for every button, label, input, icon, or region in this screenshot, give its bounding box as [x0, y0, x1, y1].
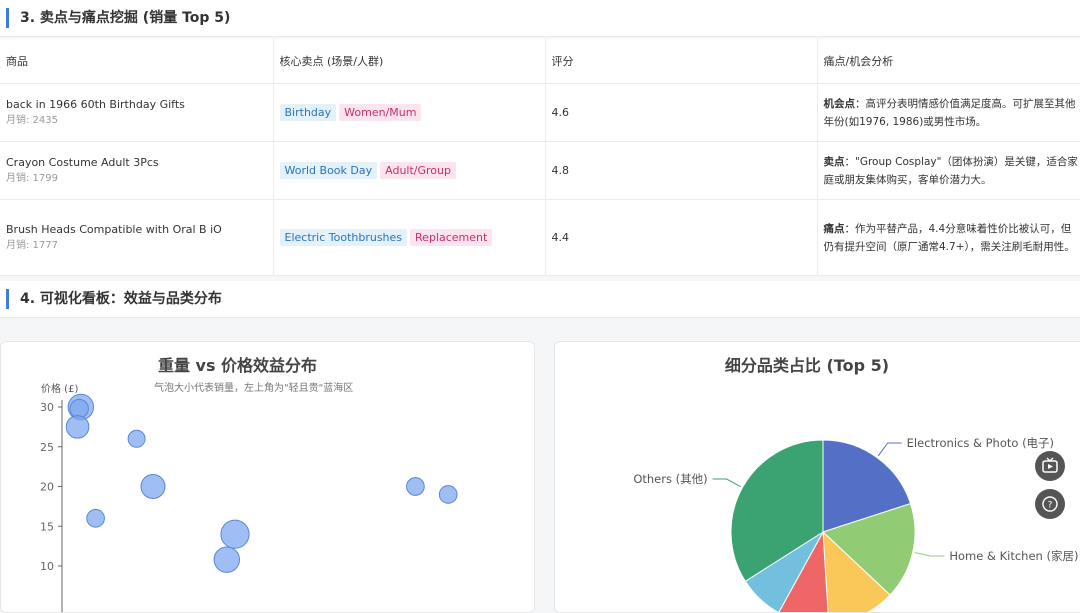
product-cell: Crayon Costume Adult 3Pcs 月销: 1799 [0, 141, 274, 200]
analysis-cell: 机会点：高评分表明情感价值满足度高。可扩展至其他年份(如1976, 1986)或… [817, 83, 1080, 142]
rating-cell: 4.6 [545, 83, 818, 142]
pie-slice-label: Electronics & Photo (电子) [907, 436, 1054, 450]
scatter-point[interactable] [86, 508, 105, 528]
analysis-label: 卖点 [823, 155, 845, 168]
section-accent-bar [6, 8, 9, 28]
table-row: Brush Heads Compatible with Oral B iO 月销… [0, 199, 1080, 276]
pie-label-line [712, 478, 741, 488]
tv-icon-glyph [1042, 457, 1058, 473]
product-cell: Brush Heads Compatible with Oral B iO 月销… [0, 199, 274, 276]
product-name: Crayon Costume Adult 3Pcs [6, 155, 159, 169]
tv-icon[interactable] [1035, 451, 1065, 481]
col-header-rating: 评分 [545, 39, 818, 84]
scene-tag: World Book Day [279, 162, 378, 179]
product-name: Brush Heads Compatible with Oral B iO [6, 222, 222, 236]
section-3-title: 3. 卖点与痛点挖掘 (销量 Top 5) [20, 10, 231, 26]
tags-cell: Electric Toothbrushes Replacement [273, 199, 546, 276]
analysis-label: 痛点 [823, 222, 845, 235]
analysis-cell: 痛点：作为平替产品，4.4分意味着性价比被认可，但仍有提升空间（原厂通常4.7+… [817, 199, 1080, 276]
product-sales: 月销: 2435 [6, 114, 58, 126]
tags-cell: World Book Day Adult/Group [273, 141, 546, 200]
selling-points-table: 商品 核心卖点 (场景/人群) 评分 痛点/机会分析 back in 1966 … [0, 39, 1080, 276]
pie-chart-card: 细分品类占比 (Top 5) Electronics & Photo (电子) H… [554, 341, 1080, 613]
col-header-analysis: 痛点/机会分析 [817, 39, 1080, 84]
scene-tag: Birthday [279, 104, 337, 121]
pie-label-line [914, 552, 945, 557]
question-icon-glyph: ? [1042, 496, 1058, 512]
table-row: back in 1966 60th Birthday Gifts 月销: 243… [0, 83, 1080, 142]
scatter-point[interactable] [438, 485, 458, 504]
scatter-chart-card: 重量 vs 价格效益分布 气泡大小代表销量，左上角为"轻且贵"蓝海区 价格 (£… [0, 341, 535, 613]
section-4-header: 4. 可视化看板：效益与品类分布 [0, 281, 1080, 318]
pie-slice-label: Home & Kitchen (家居) [949, 549, 1078, 563]
audience-tag: Replacement [410, 229, 493, 246]
scatter-point[interactable] [220, 519, 250, 549]
analysis-cell: 卖点："Group Cosplay"（团体扮演）是关键，适合家庭或朋友集体购买，… [817, 141, 1080, 200]
analysis-text: ：高评分表明情感价值满足度高。可扩展至其他年份(如1976, 1986)或男性市… [823, 97, 1076, 128]
analysis-text: ："Group Cosplay"（团体扮演）是关键，适合家庭或朋友集体购买，客单… [823, 155, 1078, 186]
pie-chart[interactable]: Electronics & Photo (电子) Home & Kitchen (… [555, 342, 1080, 612]
scatter-point[interactable] [65, 415, 90, 439]
scatter-point[interactable] [140, 474, 166, 499]
y-tick-label: 30 [40, 401, 54, 414]
audience-tag: Adult/Group [380, 162, 456, 179]
audience-tag: Women/Mum [339, 104, 422, 121]
product-sales: 月销: 1799 [6, 172, 58, 184]
svg-text:?: ? [1048, 501, 1053, 511]
analysis-label: 机会点 [823, 97, 856, 110]
question-icon[interactable]: ? [1035, 489, 1065, 519]
product-cell: back in 1966 60th Birthday Gifts 月销: 243… [0, 83, 274, 142]
analysis-text: ：作为平替产品，4.4分意味着性价比被认可，但仍有提升空间（原厂通常4.7+），… [823, 222, 1075, 253]
product-name: back in 1966 60th Birthday Gifts [6, 97, 185, 111]
y-tick-label: 15 [40, 520, 54, 533]
pie-label-line [877, 442, 902, 457]
section-accent-bar [6, 289, 9, 309]
y-tick-label: 10 [40, 560, 54, 573]
section-4-title: 4. 可视化看板：效益与品类分布 [20, 291, 222, 307]
table-row: Crayon Costume Adult 3Pcs 月销: 1799 World… [0, 141, 1080, 200]
scatter-point[interactable] [69, 398, 89, 419]
section-3-header: 3. 卖点与痛点挖掘 (销量 Top 5) [0, 0, 1080, 37]
scatter-point[interactable] [213, 546, 241, 573]
product-sales: 月销: 1777 [6, 239, 58, 251]
scatter-point[interactable] [406, 477, 425, 496]
y-tick-label: 25 [40, 441, 54, 454]
rating-cell: 4.8 [545, 141, 818, 200]
scatter-plot[interactable]: 10 15 20 25 30 [1, 342, 534, 612]
col-header-product: 商品 [0, 39, 274, 84]
col-header-selling-point: 核心卖点 (场景/人群) [273, 39, 546, 84]
scatter-point[interactable] [127, 429, 146, 448]
table-header-row: 商品 核心卖点 (场景/人群) 评分 痛点/机会分析 [0, 39, 1080, 84]
tags-cell: Birthday Women/Mum [273, 83, 546, 142]
pie-slice-label: Others (其他) [633, 472, 707, 486]
scene-tag: Electric Toothbrushes [279, 229, 408, 246]
rating-cell: 4.4 [545, 199, 818, 276]
y-tick-label: 20 [40, 481, 54, 494]
